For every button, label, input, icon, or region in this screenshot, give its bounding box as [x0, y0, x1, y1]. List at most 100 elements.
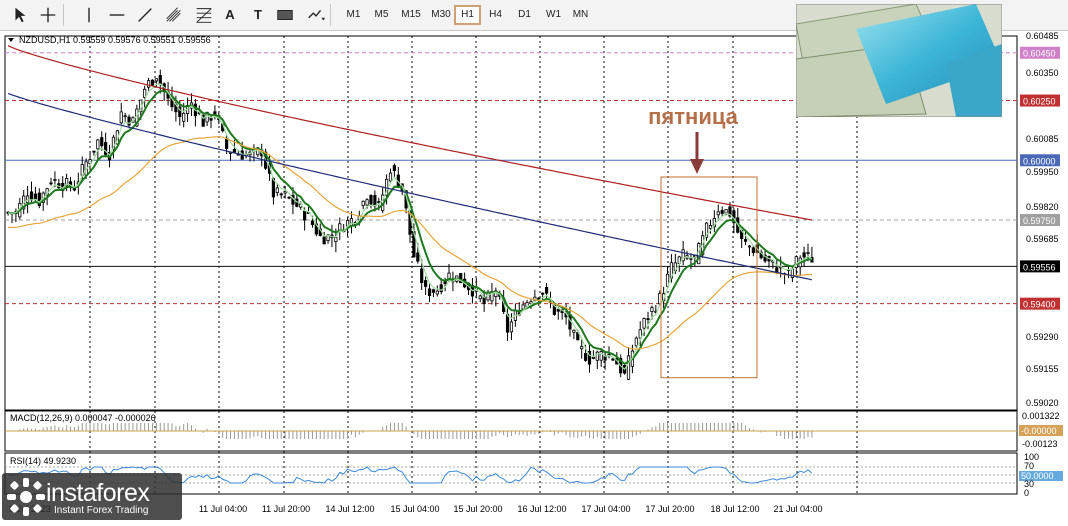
fibonacci-icon	[166, 7, 181, 22]
candle-body	[541, 292, 545, 295]
trendline-icon	[138, 8, 152, 22]
timeframe-d1-button[interactable]: D1	[511, 5, 538, 25]
y-tick-label: 0.59020	[1026, 398, 1059, 408]
candle-body	[92, 150, 96, 153]
rectangle-tool-button[interactable]	[273, 5, 297, 25]
x-tick-label: 17 Jul 20:00	[645, 504, 694, 514]
candle-body	[275, 187, 279, 194]
candle-body	[416, 252, 420, 262]
timeframe-m15-button[interactable]: M15	[396, 5, 426, 25]
timeframe-m30-button[interactable]: M30	[426, 5, 456, 25]
candle-body	[556, 308, 560, 312]
timeframe-m1-button[interactable]: M1	[340, 5, 367, 25]
y-tick-label: 0.59950	[1026, 167, 1059, 177]
candle-body	[154, 78, 158, 82]
fibonacci-tool-button[interactable]	[162, 5, 186, 25]
candle-body	[310, 220, 315, 225]
candle-body	[650, 307, 654, 312]
candle-body	[119, 111, 123, 124]
timeframe-h1-button[interactable]: H1	[454, 5, 481, 25]
rectangle-icon	[277, 10, 293, 20]
x-tick-label: 11 Jul 04:00	[199, 504, 247, 514]
crosshair-tool-button[interactable]	[36, 5, 60, 25]
candle-body	[49, 182, 53, 185]
candle-body	[544, 286, 549, 294]
instaforex-logo: instaforex Instant Forex Trading	[4, 475, 184, 519]
x-tick-label: 14 Jul 12:00	[325, 504, 374, 514]
candle-body	[802, 252, 806, 258]
timeframe-mn-button[interactable]: MN	[567, 5, 594, 25]
candle-body	[388, 172, 393, 182]
x-tick-label: 15 Jul 20:00	[453, 504, 502, 514]
candle-body	[716, 211, 720, 216]
macd-tick-label: -0.00000	[1021, 426, 1057, 436]
text-label-icon: T	[254, 7, 262, 22]
y-tick-label: 0.60485	[1026, 31, 1059, 41]
candle-body	[431, 289, 436, 293]
candle-body	[591, 357, 595, 359]
horizontal-line-tool-button[interactable]	[105, 5, 129, 25]
candle-body	[424, 280, 428, 287]
candle-body	[509, 321, 514, 333]
symbol-ohlc-label: NZDUSD,H1 0.59559 0.59576 0.59551 0.5955…	[19, 35, 211, 45]
candle-body	[646, 318, 650, 321]
text-label-tool-button[interactable]: T	[246, 5, 270, 25]
candle-body	[427, 288, 432, 297]
logo-mark-icon	[7, 478, 45, 516]
friday-annotation: пятница	[648, 104, 739, 129]
candle-body	[580, 346, 584, 350]
price-tag-label: 0.60450	[1023, 49, 1056, 59]
candle-body	[595, 351, 599, 361]
candle-body	[225, 138, 229, 149]
gann-tool-button[interactable]	[192, 5, 216, 25]
candle-body	[634, 337, 638, 347]
timeframe-w1-button[interactable]: W1	[540, 5, 567, 25]
vertical-line-icon	[88, 7, 90, 23]
x-tick-label: 16 Jul 12:00	[517, 504, 566, 514]
price-tag-label: 0.59400	[1023, 300, 1056, 310]
candle-body	[146, 80, 151, 88]
candle-body	[182, 112, 186, 122]
text-tool-button[interactable]: A	[218, 5, 242, 25]
toolbar-separator	[330, 4, 331, 26]
x-tick-label: 21 Jul 04:00	[773, 504, 822, 514]
candle-body	[33, 193, 38, 200]
rsi-label: RSI(14) 49.9230	[10, 456, 76, 466]
candle-body	[611, 358, 615, 361]
x-tick-label: 11 Jul 20:00	[262, 504, 310, 514]
candle-body	[435, 290, 439, 295]
candle-body	[143, 88, 147, 98]
trendline-tool-button[interactable]	[133, 5, 157, 25]
candle-body	[724, 209, 728, 214]
text-icon: A	[225, 7, 235, 22]
timeframe-m5-button[interactable]: M5	[368, 5, 395, 25]
arrows-icon	[308, 10, 326, 21]
vertical-line-tool-button[interactable]	[77, 5, 101, 25]
y-tick-label: 0.59820	[1026, 202, 1059, 212]
candle-body	[303, 210, 307, 221]
timeframe-h4-button[interactable]: H4	[482, 5, 509, 25]
candle-body	[150, 79, 155, 86]
toolbar-separator	[63, 4, 64, 26]
candle-body	[334, 237, 338, 242]
candle-body	[751, 247, 755, 254]
candle-body	[361, 200, 365, 206]
candle-body	[365, 199, 369, 206]
candle-body	[29, 191, 34, 201]
candle-body	[642, 318, 646, 329]
candle-body	[283, 191, 287, 194]
candle-body	[572, 329, 576, 333]
candle-body	[158, 75, 162, 85]
macd-tick-label: 0.001322	[1022, 411, 1060, 421]
candle-body	[279, 193, 283, 196]
y-tick-label: 0.59155	[1026, 364, 1059, 374]
cursor-tool-button[interactable]	[8, 5, 32, 25]
macd-tick-label: -0.00123	[1022, 439, 1058, 449]
candle-body	[100, 137, 104, 147]
arrows-tool-button[interactable]	[304, 5, 328, 25]
price-tag-label: 0.59750	[1023, 216, 1056, 226]
y-tick-label: 0.60085	[1026, 134, 1059, 144]
candle-body	[96, 139, 100, 150]
x-tick-label: 17 Jul 04:00	[581, 504, 630, 514]
candle-body	[287, 196, 291, 199]
